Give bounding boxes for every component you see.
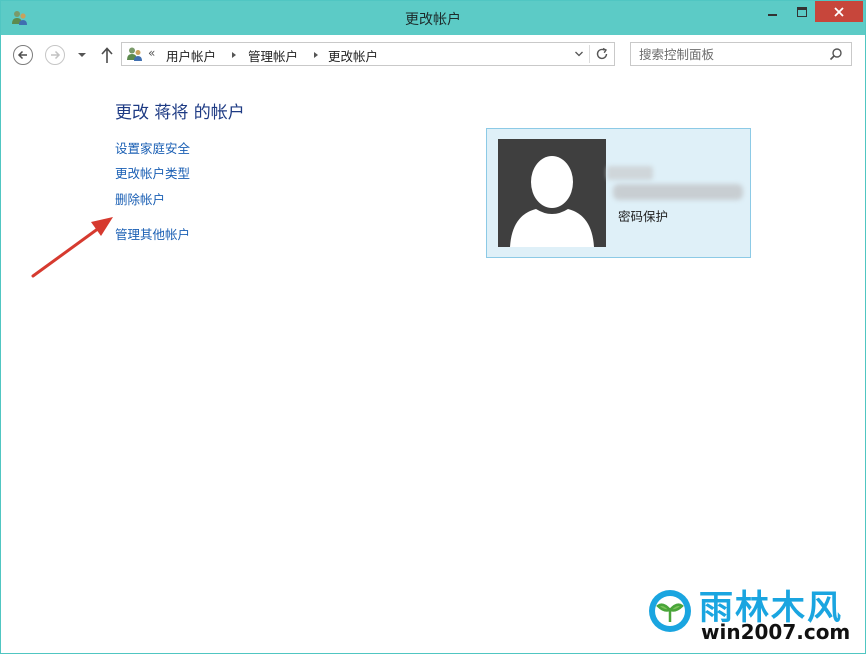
search-box[interactable] [630, 42, 852, 66]
avatar [498, 139, 606, 247]
maximize-button[interactable] [789, 1, 815, 23]
up-arrow-icon[interactable] [99, 45, 115, 65]
breadcrumb-separator-icon[interactable] [314, 52, 318, 58]
window-title: 更改帐户 [405, 12, 461, 28]
breadcrumb-overflow[interactable]: « [148, 46, 155, 60]
change-account-type-link[interactable]: 更改帐户类型 [115, 163, 190, 182]
annotation-arrow-icon [31, 217, 113, 278]
user-silhouette-icon [510, 156, 594, 247]
chevron-down-icon[interactable] [574, 50, 584, 58]
change-account-window: 更改帐户 « 用户帐户 管理帐户 更改帐户 搜索控制面板 更改 蒋将 的帐户 设… [0, 0, 866, 654]
back-arrow-icon [17, 50, 27, 60]
users-icon [127, 47, 142, 61]
page-title: 更改 蒋将 的帐户 [115, 103, 245, 123]
close-button[interactable] [815, 1, 863, 22]
breadcrumb-user-accounts[interactable]: 用户帐户 [166, 46, 216, 65]
breadcrumb-manage-accounts[interactable]: 管理帐户 [248, 46, 298, 65]
watermark: 雨林木风 win2007.com [647, 586, 859, 650]
minimize-button[interactable] [759, 1, 785, 23]
back-button[interactable] [13, 45, 33, 65]
breadcrumb-separator-icon[interactable] [232, 52, 236, 58]
manage-other-accounts-link[interactable]: 管理其他帐户 [115, 224, 190, 243]
watermark-logo-icon [649, 590, 691, 632]
watermark-site: win2007.com [701, 620, 851, 644]
forward-button[interactable] [45, 45, 65, 65]
delete-account-link[interactable]: 删除帐户 [115, 189, 165, 208]
account-name-redacted [607, 166, 653, 180]
account-status: 密码保护 [618, 209, 669, 224]
address-bar[interactable]: « 用户帐户 管理帐户 更改帐户 [121, 42, 615, 66]
refresh-icon[interactable] [594, 46, 610, 62]
account-type-redacted [613, 184, 743, 200]
set-family-safety-link[interactable]: 设置家庭安全 [115, 138, 190, 157]
address-divider [589, 45, 590, 63]
search-input[interactable] [639, 45, 819, 63]
minimize-icon [767, 14, 777, 16]
title-bar[interactable]: 更改帐户 [1, 1, 865, 35]
recent-locations-dropdown[interactable] [77, 51, 87, 59]
breadcrumb-change-account[interactable]: 更改帐户 [328, 46, 378, 65]
account-card[interactable]: 密码保护 [486, 128, 751, 258]
close-icon [834, 6, 844, 17]
forward-arrow-icon [51, 50, 61, 60]
maximize-icon [797, 7, 807, 17]
navigation-bar: « 用户帐户 管理帐户 更改帐户 [1, 35, 865, 75]
search-icon[interactable] [829, 47, 843, 61]
